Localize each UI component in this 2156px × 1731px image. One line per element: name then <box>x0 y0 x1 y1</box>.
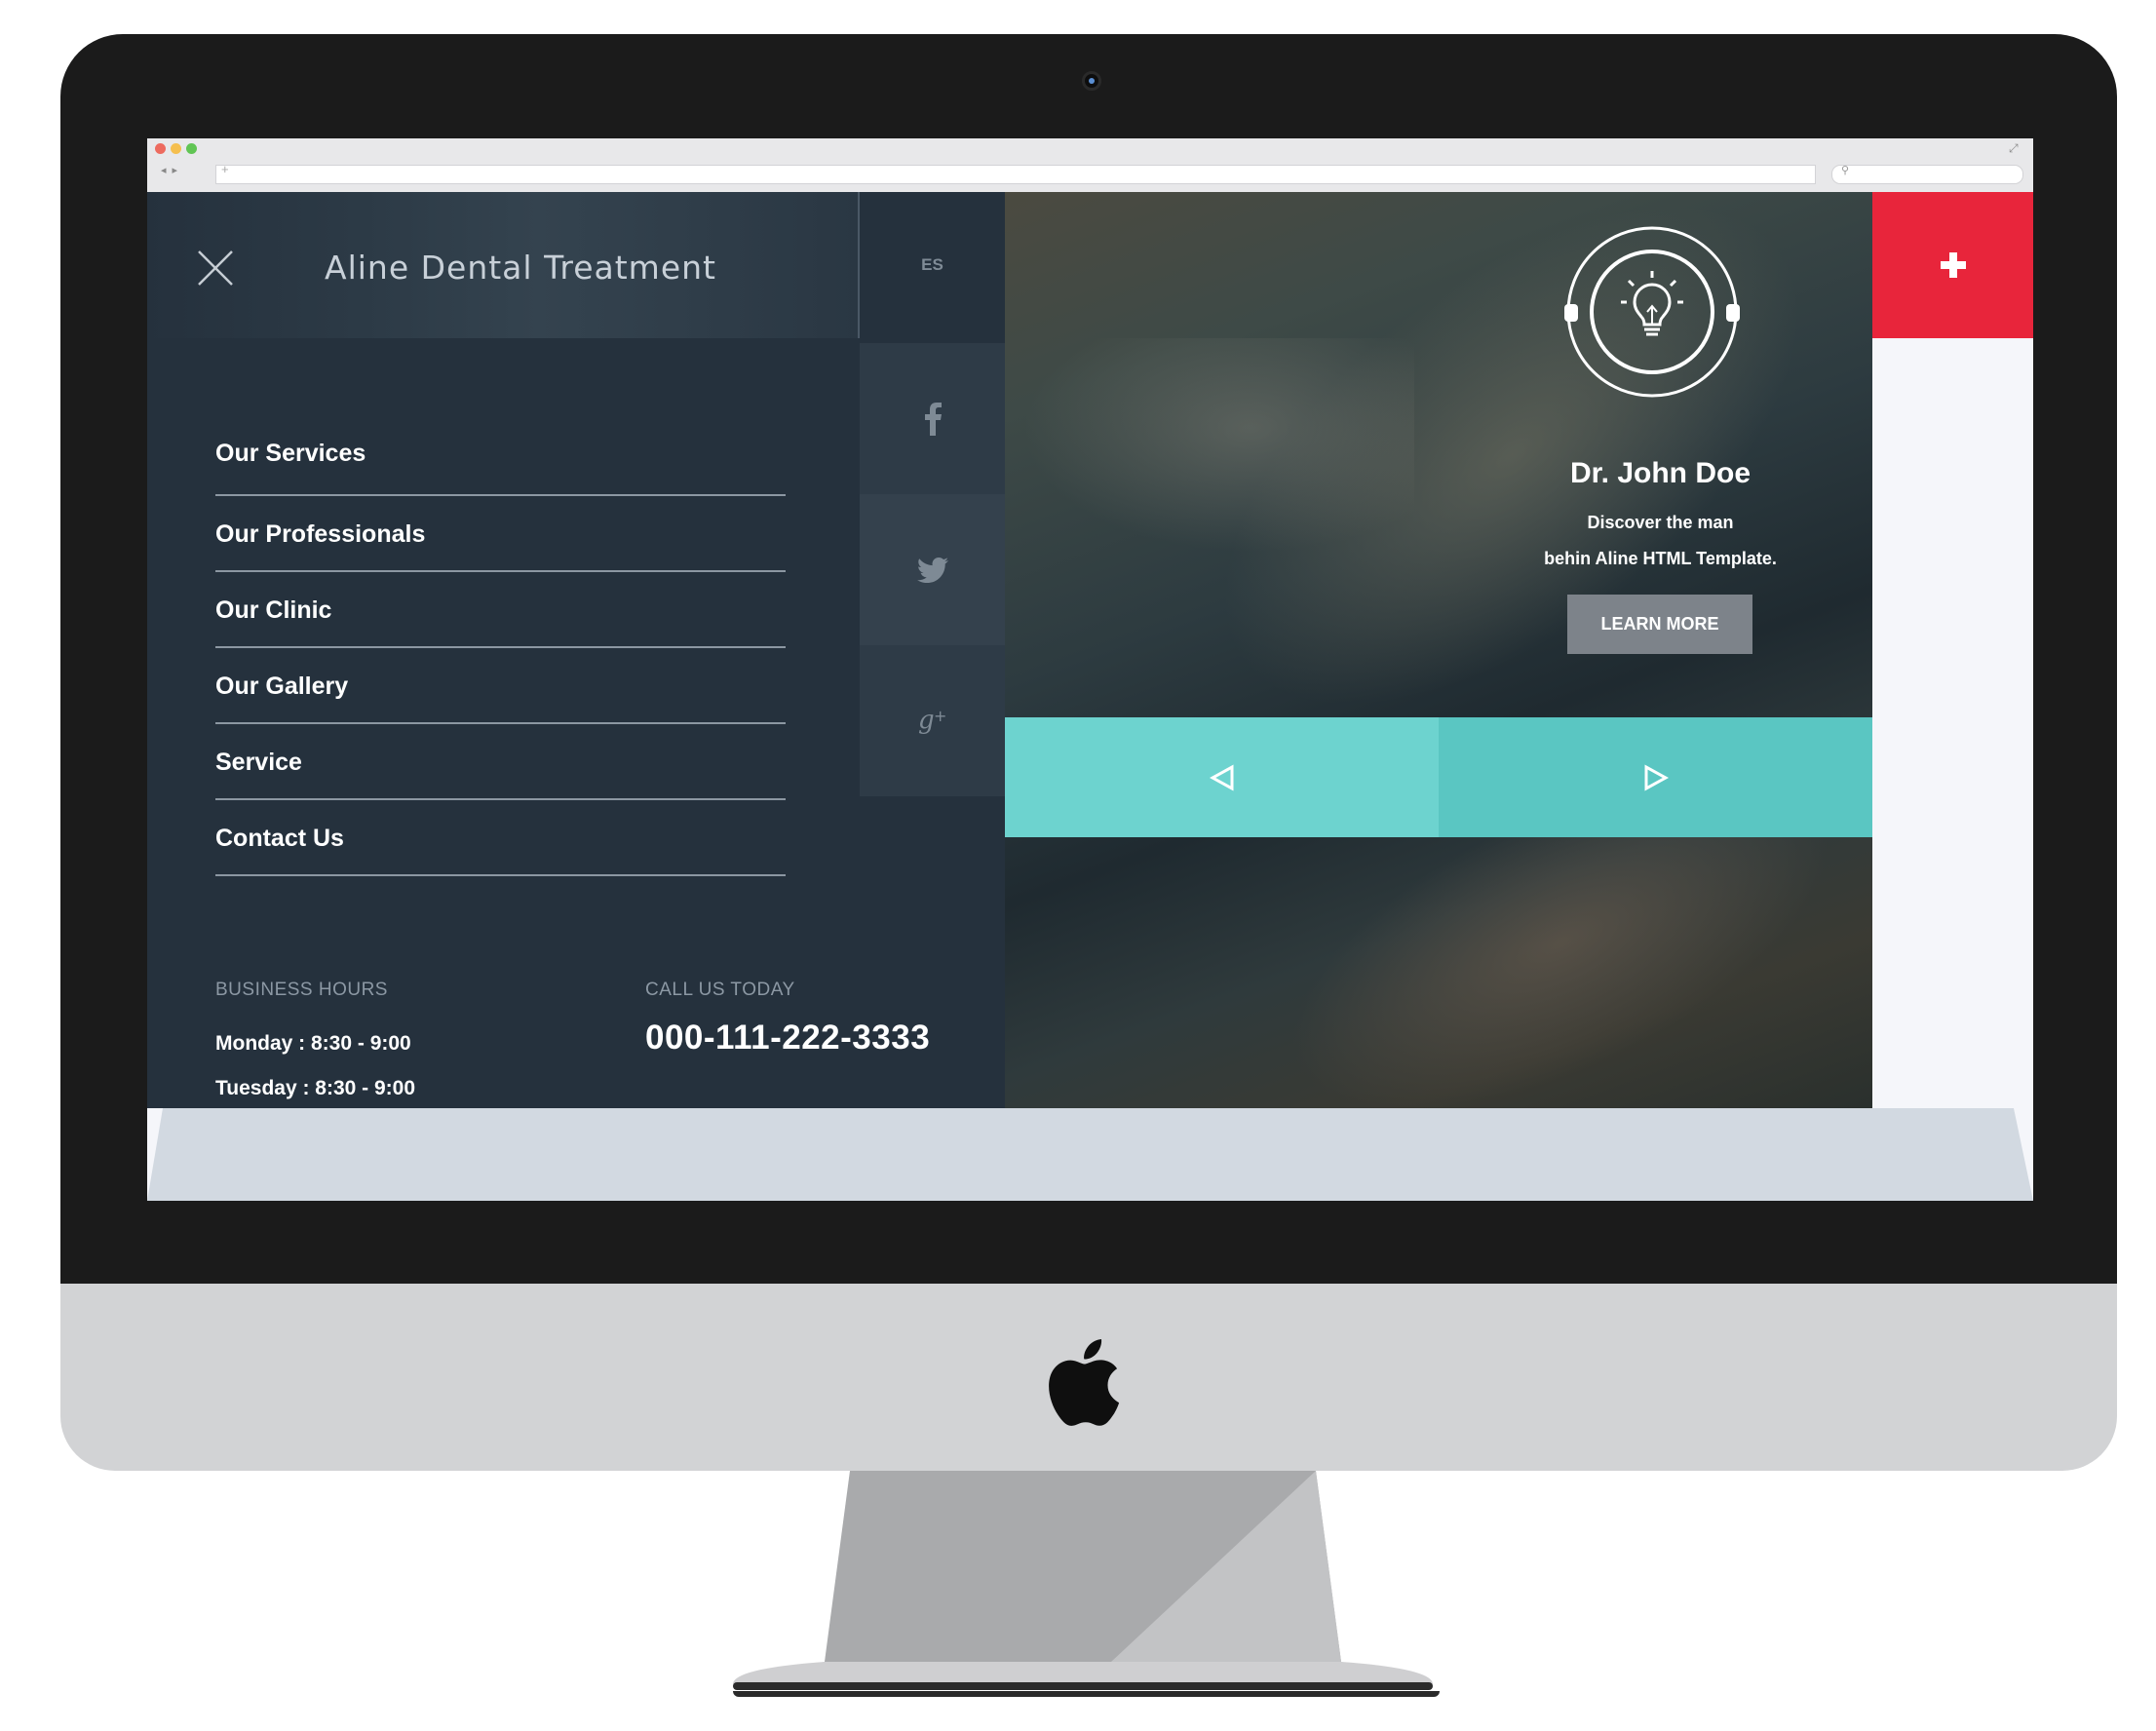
call-us-label: CALL US TODAY <box>645 980 795 1000</box>
desk-surface <box>147 1108 2033 1201</box>
menu-item-service[interactable]: Service <box>215 724 786 800</box>
business-hours-label: BUSINESS HOURS <box>215 980 388 1000</box>
web-page: Aline Dental Treatment Our Services Our … <box>147 138 2033 1201</box>
svg-text:g: g <box>918 706 935 735</box>
camera <box>1082 71 1101 91</box>
browser-toolbar: ◂▸ + ⚲ ⤢ <box>147 138 2033 193</box>
brand-name[interactable]: Aline Dental Treatment <box>325 249 716 287</box>
google-plus-icon: g + <box>918 706 946 735</box>
hero-tagline-2: behin Aline HTML Template. <box>1544 549 1777 568</box>
hero-tagline-1: Discover the man <box>1587 513 1734 532</box>
right-panel <box>1872 338 2033 1108</box>
menu-item-our-services[interactable]: Our Services <box>215 418 786 496</box>
back-forward-icon[interactable]: ◂▸ <box>161 164 183 176</box>
plus-icon <box>1940 252 1966 278</box>
triangle-left-icon <box>1209 763 1233 791</box>
doctor-name: Dr. John Doe <box>1569 457 1752 489</box>
close-menu-icon[interactable] <box>196 249 235 288</box>
slider-next-button[interactable] <box>1439 717 1872 837</box>
search-icon: ⚲ <box>1841 165 1850 176</box>
hero-cliff-shape <box>1005 338 1414 562</box>
main-menu: Our Services Our Professionals Our Clini… <box>215 418 786 876</box>
svg-text:+: + <box>934 707 946 725</box>
stand-foot <box>733 1691 1440 1697</box>
menu-item-contact-us[interactable]: Contact Us <box>215 800 786 876</box>
apple-logo-icon <box>1049 1339 1120 1426</box>
maximize-window-button[interactable] <box>186 143 197 154</box>
language-switch[interactable]: ES <box>860 192 1005 338</box>
browser-search-input[interactable] <box>1831 165 2023 184</box>
menu-item-our-professionals[interactable]: Our Professionals <box>215 496 786 572</box>
slider-prev-button[interactable] <box>1005 717 1439 837</box>
social-column: ES g + <box>860 192 1005 796</box>
hours-line-tuesday: Tuesday : 8:30 - 9:00 <box>215 1077 416 1099</box>
twitter-button[interactable] <box>860 494 1005 645</box>
appointment-plus-button[interactable] <box>1872 192 2033 338</box>
menu-item-our-clinic[interactable]: Our Clinic <box>215 572 786 648</box>
triangle-right-icon <box>1644 763 1669 791</box>
close-window-button[interactable] <box>155 143 166 154</box>
imac-chin <box>60 1284 2117 1471</box>
hours-line-monday: Monday : 8:30 - 9:00 <box>215 1032 411 1055</box>
facebook-button[interactable] <box>860 343 1005 494</box>
facebook-icon <box>924 402 942 436</box>
lightbulb-badge-icon <box>1564 226 1740 398</box>
google-plus-button[interactable]: g + <box>860 645 1005 796</box>
twitter-icon <box>916 557 948 583</box>
screen: ◂▸ + ⚲ ⤢ Aline Dental Treatment Our Serv… <box>147 138 2033 1201</box>
new-tab-icon[interactable]: + <box>221 162 229 176</box>
fullscreen-icon[interactable]: ⤢ <box>2009 141 2019 156</box>
learn-more-button[interactable]: LEARN MORE <box>1567 595 1752 654</box>
address-bar[interactable] <box>215 165 1816 184</box>
phone-number[interactable]: 000-111-222-3333 <box>645 1019 930 1058</box>
menu-item-our-gallery[interactable]: Our Gallery <box>215 648 786 724</box>
minimize-window-button[interactable] <box>171 143 181 154</box>
